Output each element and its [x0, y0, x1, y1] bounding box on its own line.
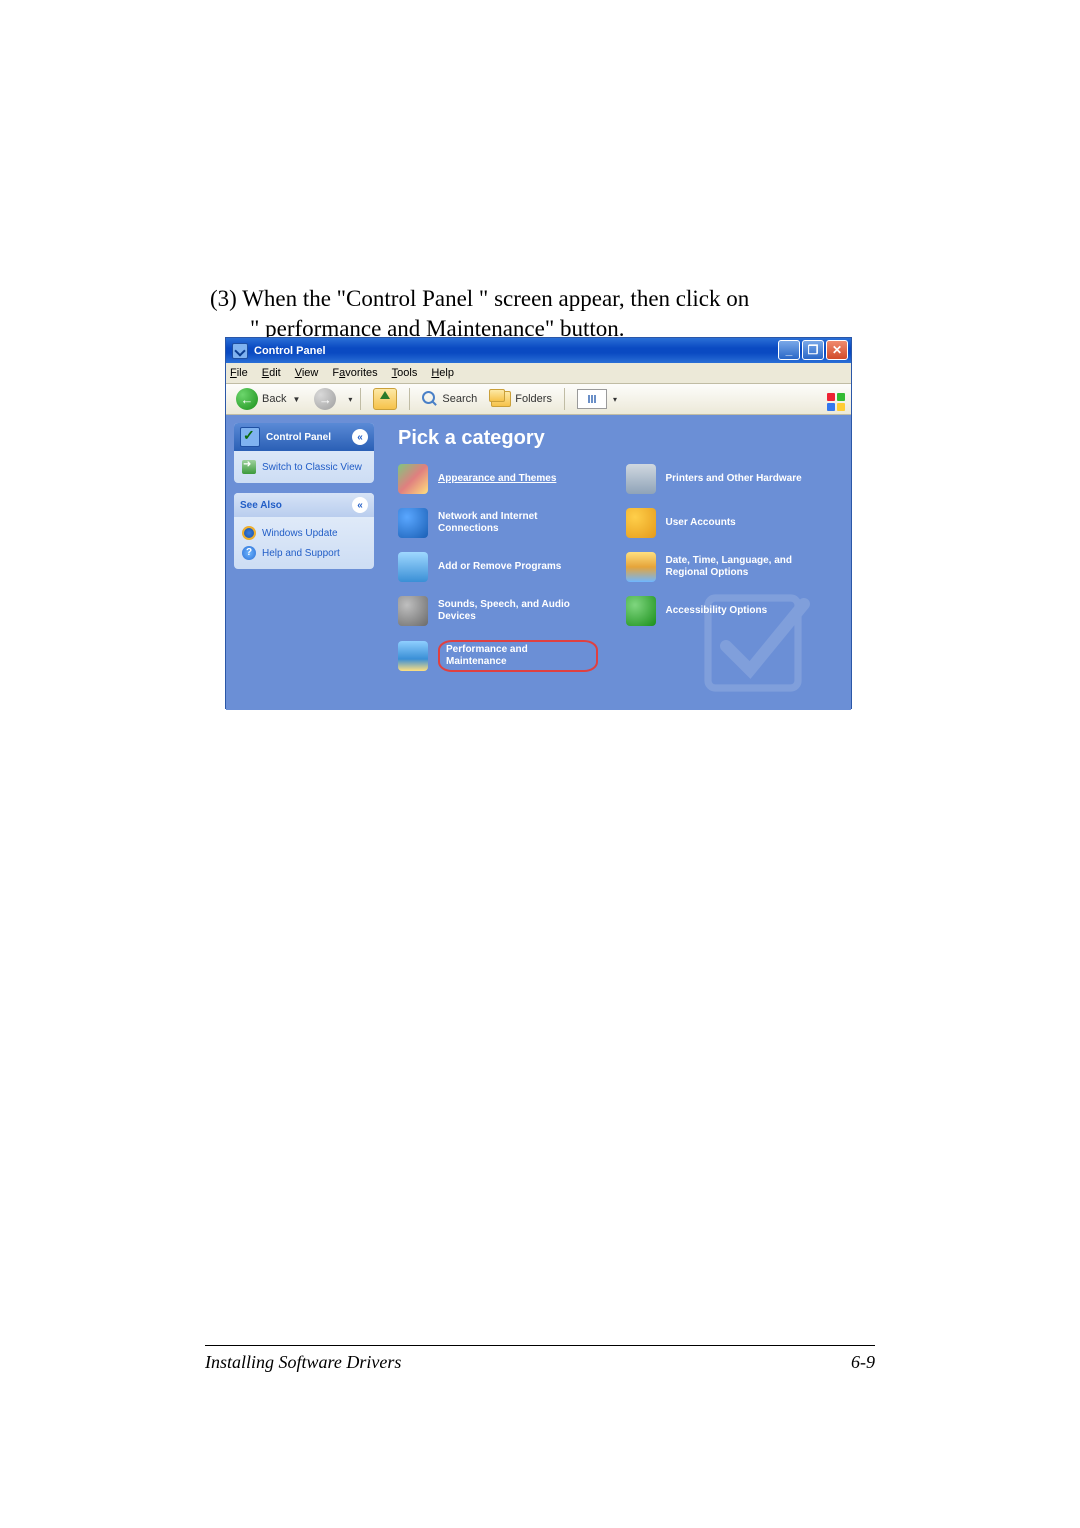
sidebar-panel-see-also: See Also « Windows Update ? Help and Sup… [234, 493, 374, 569]
folders-icon [491, 391, 511, 407]
performance-label-highlight: Performance and Maintenance [438, 640, 598, 672]
sidebar-panel-control-panel: Control Panel « Switch to Classic View [234, 423, 374, 483]
windows-flag-icon [827, 393, 847, 411]
collapse-icon[interactable]: « [352, 429, 368, 445]
window-title: Control Panel [254, 345, 326, 357]
close-button[interactable]: ✕ [826, 340, 848, 360]
task-sidebar: Control Panel « Switch to Classic View S… [226, 415, 382, 710]
back-icon: ← [236, 388, 258, 410]
menu-bar: FFileile EditEdit ViewView FavoritesFavo… [226, 363, 851, 384]
menu-view[interactable]: ViewView [295, 367, 319, 379]
category-appearance-and-themes[interactable]: Appearance and Themes [398, 464, 608, 494]
menu-file[interactable]: FFileile [230, 367, 248, 379]
footer-page-number: 6-9 [851, 1352, 875, 1373]
toolbar-separator [564, 388, 565, 410]
menu-edit[interactable]: EditEdit [262, 367, 281, 379]
toolbar-separator [409, 388, 410, 410]
folders-button[interactable]: Folders [487, 389, 556, 409]
sounds-icon [398, 596, 428, 626]
category-date-time-language-regional[interactable]: Date, Time, Language, and Regional Optio… [626, 552, 836, 582]
menu-favorites[interactable]: FavoritesFavorites [332, 367, 377, 379]
page-footer: Installing Software Drivers 6-9 [205, 1345, 875, 1373]
forward-icon: → [314, 388, 336, 410]
footer-section-title: Installing Software Drivers [205, 1352, 401, 1373]
collapse-icon[interactable]: « [352, 497, 368, 513]
menu-help[interactable]: HelpHelp [431, 367, 454, 379]
search-icon [422, 391, 438, 407]
pick-a-category-heading: Pick a category [398, 427, 835, 450]
control-panel-icon [240, 427, 260, 447]
category-user-accounts[interactable]: User Accounts [626, 508, 836, 538]
appearance-icon [398, 464, 428, 494]
accessibility-icon [626, 596, 656, 626]
control-panel-icon [232, 343, 248, 359]
back-dropdown-icon[interactable]: ▼ [292, 395, 300, 404]
category-area: Pick a category Appearance and Themes Pr… [382, 415, 851, 710]
forward-dropdown-icon[interactable]: ▾ [348, 395, 352, 404]
background-checkmark-icon [676, 580, 836, 700]
toolbar-separator [360, 388, 361, 410]
category-add-or-remove-programs[interactable]: Add or Remove Programs [398, 552, 608, 582]
maximize-button[interactable]: ❐ [802, 340, 824, 360]
sidebar-heading-control-panel: Control Panel « [234, 423, 374, 451]
views-button[interactable]: ▾ [573, 387, 621, 411]
user-accounts-icon [626, 508, 656, 538]
category-sounds-speech-audio[interactable]: Sounds, Speech, and Audio Devices [398, 596, 608, 626]
switch-view-icon [242, 460, 256, 474]
views-icon [577, 389, 607, 409]
menu-tools[interactable]: ToolsTools [392, 367, 418, 379]
windows-update-link[interactable]: Windows Update [242, 523, 366, 543]
help-icon: ? [242, 546, 256, 560]
help-and-support-link[interactable]: ? Help and Support [242, 543, 366, 563]
control-panel-screenshot: Control Panel _ ❐ ✕ FFileile EditEdit Vi… [226, 338, 851, 708]
instruction-text: (3) When the "Control Panel " screen app… [210, 284, 850, 344]
forward-button[interactable]: → [310, 386, 340, 412]
content-area: Control Panel « Switch to Classic View S… [226, 415, 851, 710]
minimize-button[interactable]: _ [778, 340, 800, 360]
date-time-icon [626, 552, 656, 582]
network-icon [398, 508, 428, 538]
back-button[interactable]: ← Back ▼ [232, 386, 304, 412]
add-remove-icon [398, 552, 428, 582]
printers-icon [626, 464, 656, 494]
category-performance-and-maintenance[interactable]: Performance and Maintenance [398, 640, 608, 672]
instruction-line-1: (3) When the "Control Panel " screen app… [210, 284, 850, 314]
performance-icon [398, 641, 428, 671]
up-button[interactable] [369, 386, 401, 412]
search-button[interactable]: Search [418, 389, 481, 409]
views-dropdown-icon[interactable]: ▾ [613, 395, 617, 404]
up-folder-icon [373, 388, 397, 410]
category-printers-and-other-hardware[interactable]: Printers and Other Hardware [626, 464, 836, 494]
windows-update-icon [242, 526, 256, 540]
toolbar: ← Back ▼ → ▾ Search Folders ▾ [226, 384, 851, 415]
window-titlebar: Control Panel _ ❐ ✕ [226, 338, 851, 363]
sidebar-heading-see-also: See Also « [234, 493, 374, 517]
category-network-and-internet-connections[interactable]: Network and Internet Connections [398, 508, 608, 538]
switch-to-classic-view-link[interactable]: Switch to Classic View [242, 457, 366, 477]
